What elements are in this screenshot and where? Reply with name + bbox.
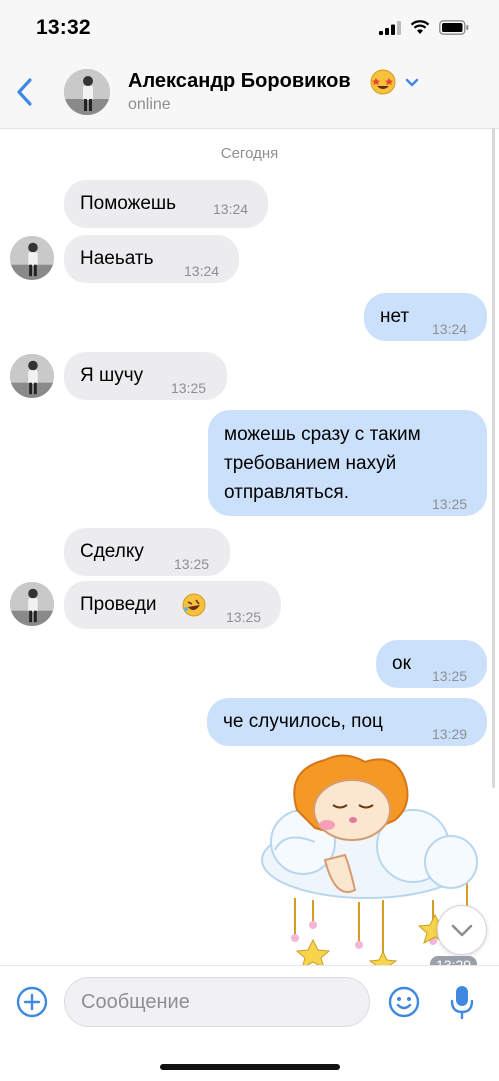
message-composer: [0, 965, 499, 1081]
message-time: 13:24: [184, 263, 220, 279]
incoming-message[interactable]: Поможешь 13:24: [64, 180, 268, 228]
message-text: Сделку: [80, 541, 144, 562]
message-time: 13:25: [174, 556, 210, 572]
battery-icon: [439, 20, 469, 35]
message-text-line: можешь сразу с таким: [224, 424, 421, 445]
status-time: 13:32: [36, 16, 91, 39]
message-time: 13:25: [171, 380, 207, 396]
message-text: Я шучу: [80, 365, 144, 386]
person-photo: [10, 354, 54, 398]
date-separator: Сегодня: [220, 145, 279, 162]
message-text: че случилось, поц: [223, 711, 383, 732]
status-icons: [379, 20, 469, 35]
signal-icon: [379, 20, 401, 35]
outgoing-message[interactable]: ок 13:25: [376, 640, 487, 688]
message-time: 13:25: [432, 668, 468, 684]
microphone-icon[interactable]: [450, 984, 474, 1020]
scrollbar[interactable]: [492, 128, 495, 788]
outgoing-message[interactable]: че случилось, поц 13:29: [207, 698, 487, 746]
outgoing-message[interactable]: нет 13:24: [364, 293, 487, 341]
attach-plus-icon[interactable]: [16, 986, 48, 1018]
contact-avatar[interactable]: [64, 69, 110, 115]
rofl-emoji-icon: [182, 593, 206, 617]
contact-status: online: [128, 96, 171, 113]
star-struck-emoji-icon: [370, 69, 396, 95]
contact-name[interactable]: Александр Боровиков: [128, 70, 351, 93]
incoming-message[interactable]: Я шучу 13:25: [64, 352, 227, 400]
chat-header: Александр Боровиков online: [0, 56, 499, 129]
person-photo: [64, 69, 110, 115]
wifi-icon: [410, 20, 430, 34]
message-text: Поможешь: [80, 193, 177, 214]
emoji-icon[interactable]: [388, 986, 420, 1018]
outgoing-message[interactable]: можешь сразу с таким требованием нахуй о…: [208, 410, 487, 516]
person-photo: [10, 582, 54, 626]
message-time: 13:24: [432, 321, 468, 337]
sender-avatar[interactable]: [10, 236, 54, 280]
incoming-message[interactable]: Наеьать 13:24: [64, 235, 239, 283]
back-button[interactable]: [12, 76, 38, 108]
sender-avatar[interactable]: [10, 354, 54, 398]
scroll-down-button[interactable]: [437, 905, 487, 955]
message-text-line: требованием нахуй: [224, 453, 397, 474]
message-text: Наеьать: [80, 248, 154, 269]
status-bar: 13:32: [0, 0, 499, 56]
message-text: ок: [392, 653, 411, 674]
home-indicator[interactable]: [160, 1064, 340, 1070]
message-text: нет: [380, 306, 410, 327]
chevron-down-icon[interactable]: [404, 76, 420, 90]
incoming-message[interactable]: Проведи 13:25: [64, 581, 281, 629]
message-time: 13:29: [432, 726, 468, 742]
message-time: 13:24: [213, 201, 249, 217]
message-text: Проведи: [80, 594, 157, 615]
message-input[interactable]: [64, 977, 370, 1027]
message-time: 13:25: [226, 609, 262, 625]
person-photo: [10, 236, 54, 280]
chevron-down-icon: [451, 924, 473, 937]
incoming-message[interactable]: Сделку 13:25: [64, 528, 230, 576]
sender-avatar[interactable]: [10, 582, 54, 626]
message-time: 13:25: [432, 496, 468, 512]
